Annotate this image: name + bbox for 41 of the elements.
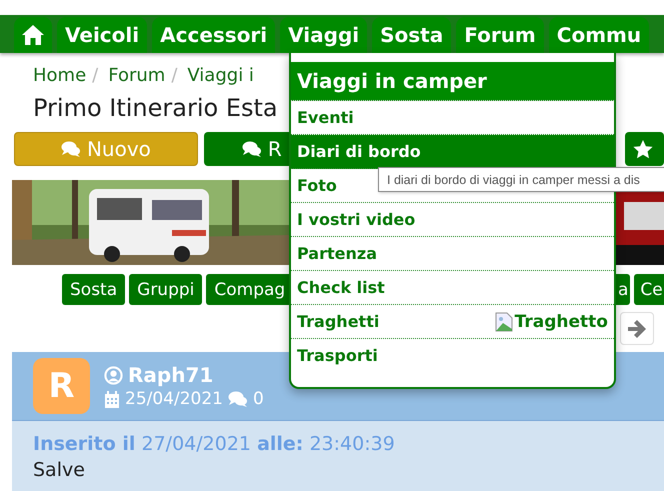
- breadcrumb-link[interactable]: Home: [33, 65, 86, 86]
- post-date: 25/04/2021: [125, 389, 223, 409]
- nav-tab[interactable]: Accessori: [152, 17, 276, 53]
- nav-tab[interactable]: Forum: [456, 17, 544, 53]
- comment-count: 0: [252, 389, 264, 409]
- menu-item[interactable]: I vostri video: [291, 203, 614, 237]
- breadcrumb-link[interactable]: Forum: [108, 65, 166, 86]
- tag-button[interactable]: Sosta: [62, 274, 126, 305]
- avatar: R: [33, 358, 90, 414]
- breadcrumb-separator: /: [92, 65, 98, 86]
- star-icon: [633, 140, 654, 158]
- tag-button[interactable]: Gruppi: [129, 274, 202, 305]
- menu-item[interactable]: Check list: [291, 271, 614, 305]
- comments-icon: [228, 391, 248, 407]
- post-text: Salve: [33, 459, 86, 481]
- comments-icon: [242, 141, 262, 157]
- menu-item[interactable]: Traghetti Traghetto: [291, 305, 614, 339]
- breadcrumb-link[interactable]: Viaggi i: [187, 65, 254, 86]
- calendar-icon: [104, 390, 120, 408]
- menu-item[interactable]: Partenza: [291, 237, 614, 271]
- user-icon: [104, 366, 123, 384]
- nav-tab[interactable]: Sosta: [372, 17, 452, 53]
- menu-item[interactable]: Trasporti: [291, 339, 614, 372]
- comments-icon: [60, 141, 81, 157]
- nav-tab[interactable]: Commu: [548, 17, 650, 53]
- next-button[interactable]: [620, 312, 654, 345]
- home-icon: [22, 25, 44, 45]
- menu-title[interactable]: Viaggi in camper: [291, 62, 614, 101]
- broken-image-icon: [494, 312, 513, 332]
- tooltip: I diari di bordo di viaggi in camper messi a dis: [378, 167, 664, 192]
- menu-item[interactable]: Diari di bordo: [291, 135, 614, 169]
- arrow-right-icon: [627, 320, 647, 338]
- breadcrumb-separator: /: [171, 65, 178, 86]
- home-tab[interactable]: [14, 17, 52, 53]
- broken-image: Traghetto: [494, 312, 608, 332]
- nav-tab[interactable]: Viaggi: [280, 17, 368, 53]
- nav-tab[interactable]: Veicoli: [57, 17, 148, 53]
- favorite-button[interactable]: [625, 132, 664, 166]
- tag-button[interactable]: Ce: [634, 274, 664, 305]
- page-title: Primo Itinerario Esta: [33, 93, 278, 124]
- posted-info: Inserito il 27/04/2021 alle: 23:40:39: [33, 433, 396, 455]
